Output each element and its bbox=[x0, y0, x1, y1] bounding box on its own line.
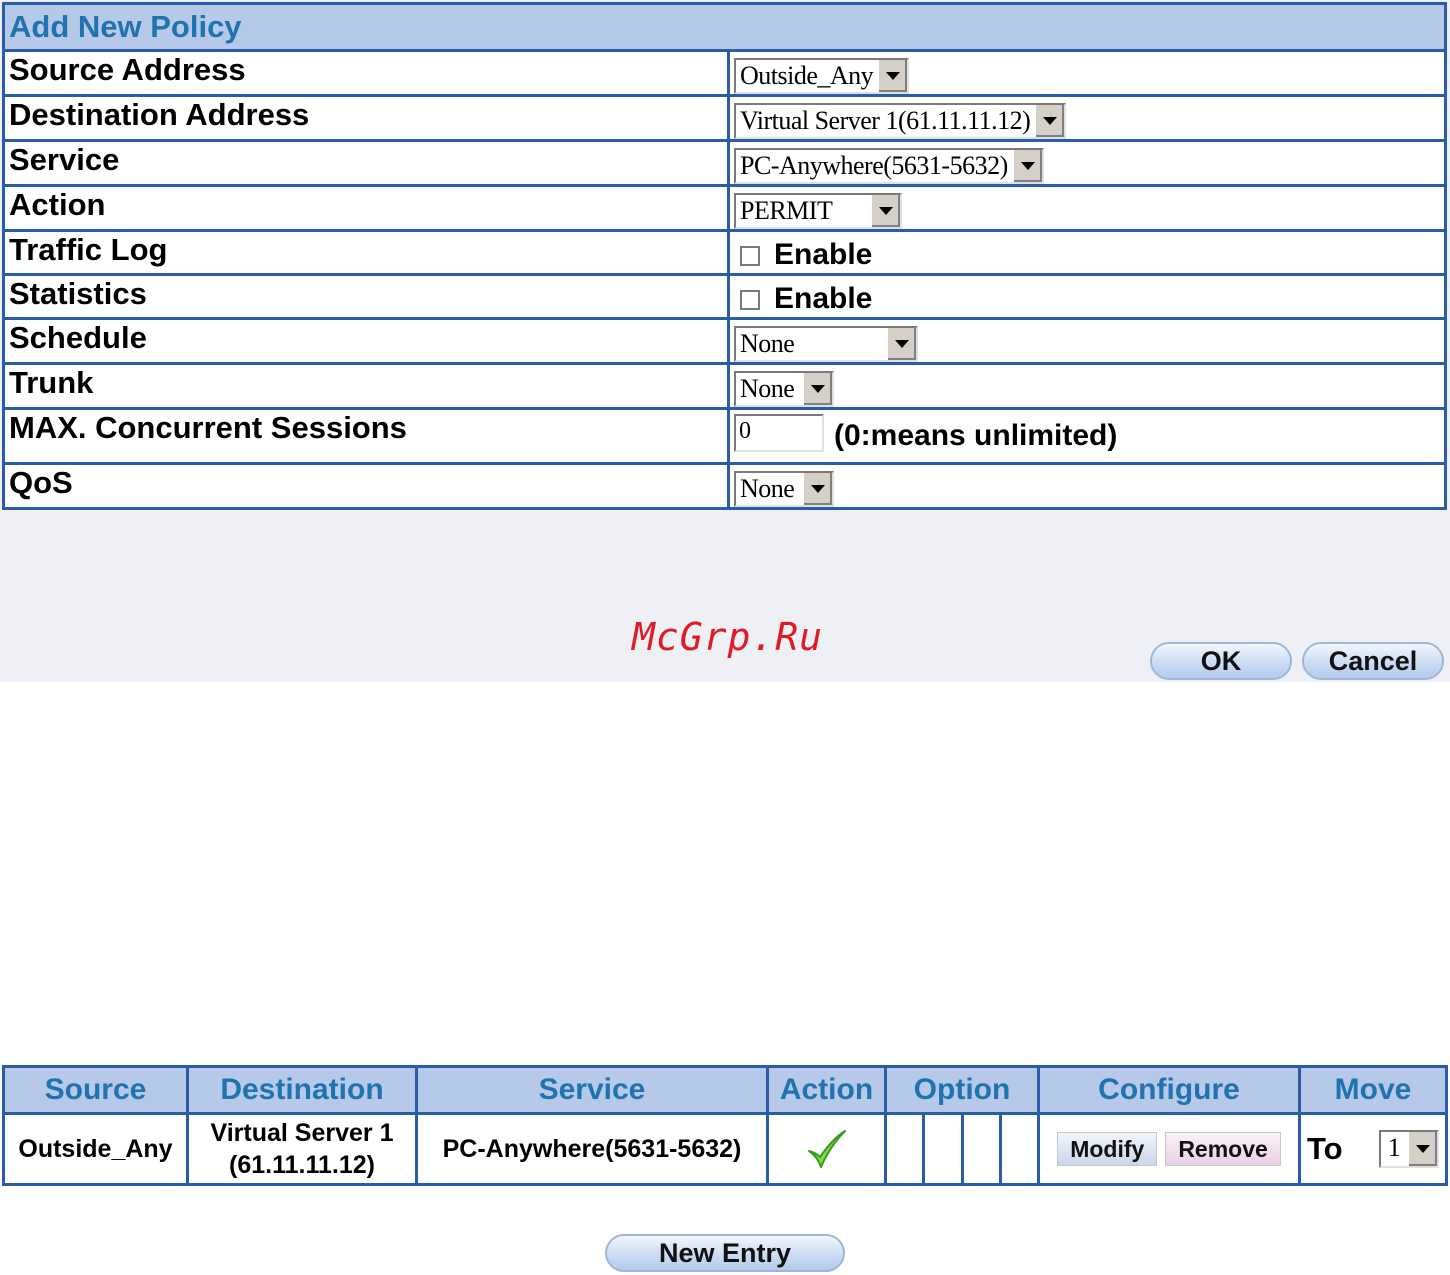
trunk-select[interactable]: None bbox=[734, 371, 834, 407]
table-header-row: Source Destination Service Action Option… bbox=[2, 1065, 1448, 1115]
row-destination-line2: (61.11.11.12) bbox=[229, 1151, 375, 1179]
chevron-down-icon[interactable] bbox=[877, 60, 908, 92]
chevron-down-icon[interactable] bbox=[1034, 105, 1065, 137]
chevron-down-icon[interactable] bbox=[802, 373, 832, 405]
schedule-label: Schedule bbox=[2, 317, 730, 365]
row-option bbox=[884, 1112, 1040, 1186]
row-configure: Modify Remove bbox=[1037, 1112, 1301, 1186]
qos-label: QoS bbox=[2, 462, 730, 510]
move-to-label: To bbox=[1307, 1131, 1343, 1166]
header-destination: Destination bbox=[186, 1065, 418, 1115]
max-sessions-hint: (0:means unlimited) bbox=[834, 419, 1118, 452]
form-panel: Add New Policy Source Address Outside_An… bbox=[0, 0, 1450, 682]
row-source: Outside_Any bbox=[2, 1112, 189, 1186]
statistics-enable-label: Enable bbox=[774, 282, 873, 315]
chevron-down-icon[interactable] bbox=[1407, 1132, 1437, 1166]
ok-button[interactable]: OK bbox=[1150, 642, 1292, 680]
trunk-value: None bbox=[740, 374, 795, 403]
watermark: McGrp.Ru bbox=[632, 615, 824, 659]
header-move: Move bbox=[1298, 1065, 1448, 1115]
row-move: To 1 bbox=[1298, 1112, 1448, 1186]
cancel-button[interactable]: Cancel bbox=[1302, 642, 1444, 680]
destination-address-value: Virtual Server 1(61.11.11.12) bbox=[740, 106, 1031, 135]
chevron-down-icon[interactable] bbox=[886, 328, 916, 360]
chevron-down-icon[interactable] bbox=[802, 473, 832, 505]
max-sessions-label: MAX. Concurrent Sessions bbox=[2, 407, 730, 465]
schedule-select[interactable]: None bbox=[734, 326, 918, 362]
remove-button[interactable]: Remove bbox=[1165, 1132, 1281, 1166]
statistics-label: Statistics bbox=[2, 273, 730, 320]
new-entry-button[interactable]: New Entry bbox=[605, 1234, 845, 1272]
row-service: PC-Anywhere(5631-5632) bbox=[415, 1112, 769, 1186]
source-address-label: Source Address bbox=[2, 49, 730, 97]
source-address-value: Outside_Any bbox=[740, 61, 874, 90]
row-action bbox=[766, 1112, 887, 1186]
max-sessions-input[interactable]: 0 bbox=[734, 414, 824, 452]
move-value: 1 bbox=[1387, 1133, 1401, 1162]
header-action: Action bbox=[766, 1065, 887, 1115]
source-address-select[interactable]: Outside_Any bbox=[734, 58, 910, 94]
add-policy-form: Add New Policy Source Address Outside_An… bbox=[2, 2, 1447, 510]
traffic-log-enable-label: Enable bbox=[774, 238, 873, 271]
traffic-log-label: Traffic Log bbox=[2, 229, 730, 276]
row-destination-line1: Virtual Server 1 bbox=[210, 1119, 394, 1147]
service-value: PC-Anywhere(5631-5632) bbox=[740, 151, 1008, 180]
trunk-label: Trunk bbox=[2, 362, 730, 410]
policy-table: Source Destination Service Action Option… bbox=[2, 1065, 1448, 1186]
destination-address-label: Destination Address bbox=[2, 94, 730, 142]
chevron-down-icon[interactable] bbox=[1011, 150, 1042, 182]
statistics-checkbox[interactable] bbox=[740, 290, 760, 311]
check-icon bbox=[807, 1130, 846, 1168]
header-configure: Configure bbox=[1037, 1065, 1301, 1115]
move-select[interactable]: 1 bbox=[1379, 1130, 1439, 1168]
action-value: PERMIT bbox=[740, 196, 833, 225]
table-row: Outside_Any Virtual Server 1 (61.11.11.1… bbox=[2, 1112, 1448, 1186]
destination-address-select[interactable]: Virtual Server 1(61.11.11.12) bbox=[734, 103, 1067, 139]
schedule-value: None bbox=[740, 329, 795, 358]
action-label: Action bbox=[2, 184, 730, 232]
row-destination: Virtual Server 1 (61.11.11.12) bbox=[186, 1112, 418, 1186]
qos-select[interactable]: None bbox=[734, 471, 834, 507]
qos-value: None bbox=[740, 474, 795, 503]
traffic-log-checkbox[interactable] bbox=[740, 246, 760, 267]
modify-button[interactable]: Modify bbox=[1057, 1132, 1158, 1166]
chevron-down-icon[interactable] bbox=[870, 195, 900, 227]
form-title: Add New Policy bbox=[2, 2, 1447, 52]
service-label: Service bbox=[2, 139, 730, 187]
action-select[interactable]: PERMIT bbox=[734, 193, 902, 229]
header-option: Option bbox=[884, 1065, 1040, 1115]
header-source: Source bbox=[2, 1065, 189, 1115]
header-service: Service bbox=[415, 1065, 769, 1115]
service-select[interactable]: PC-Anywhere(5631-5632) bbox=[734, 148, 1044, 184]
